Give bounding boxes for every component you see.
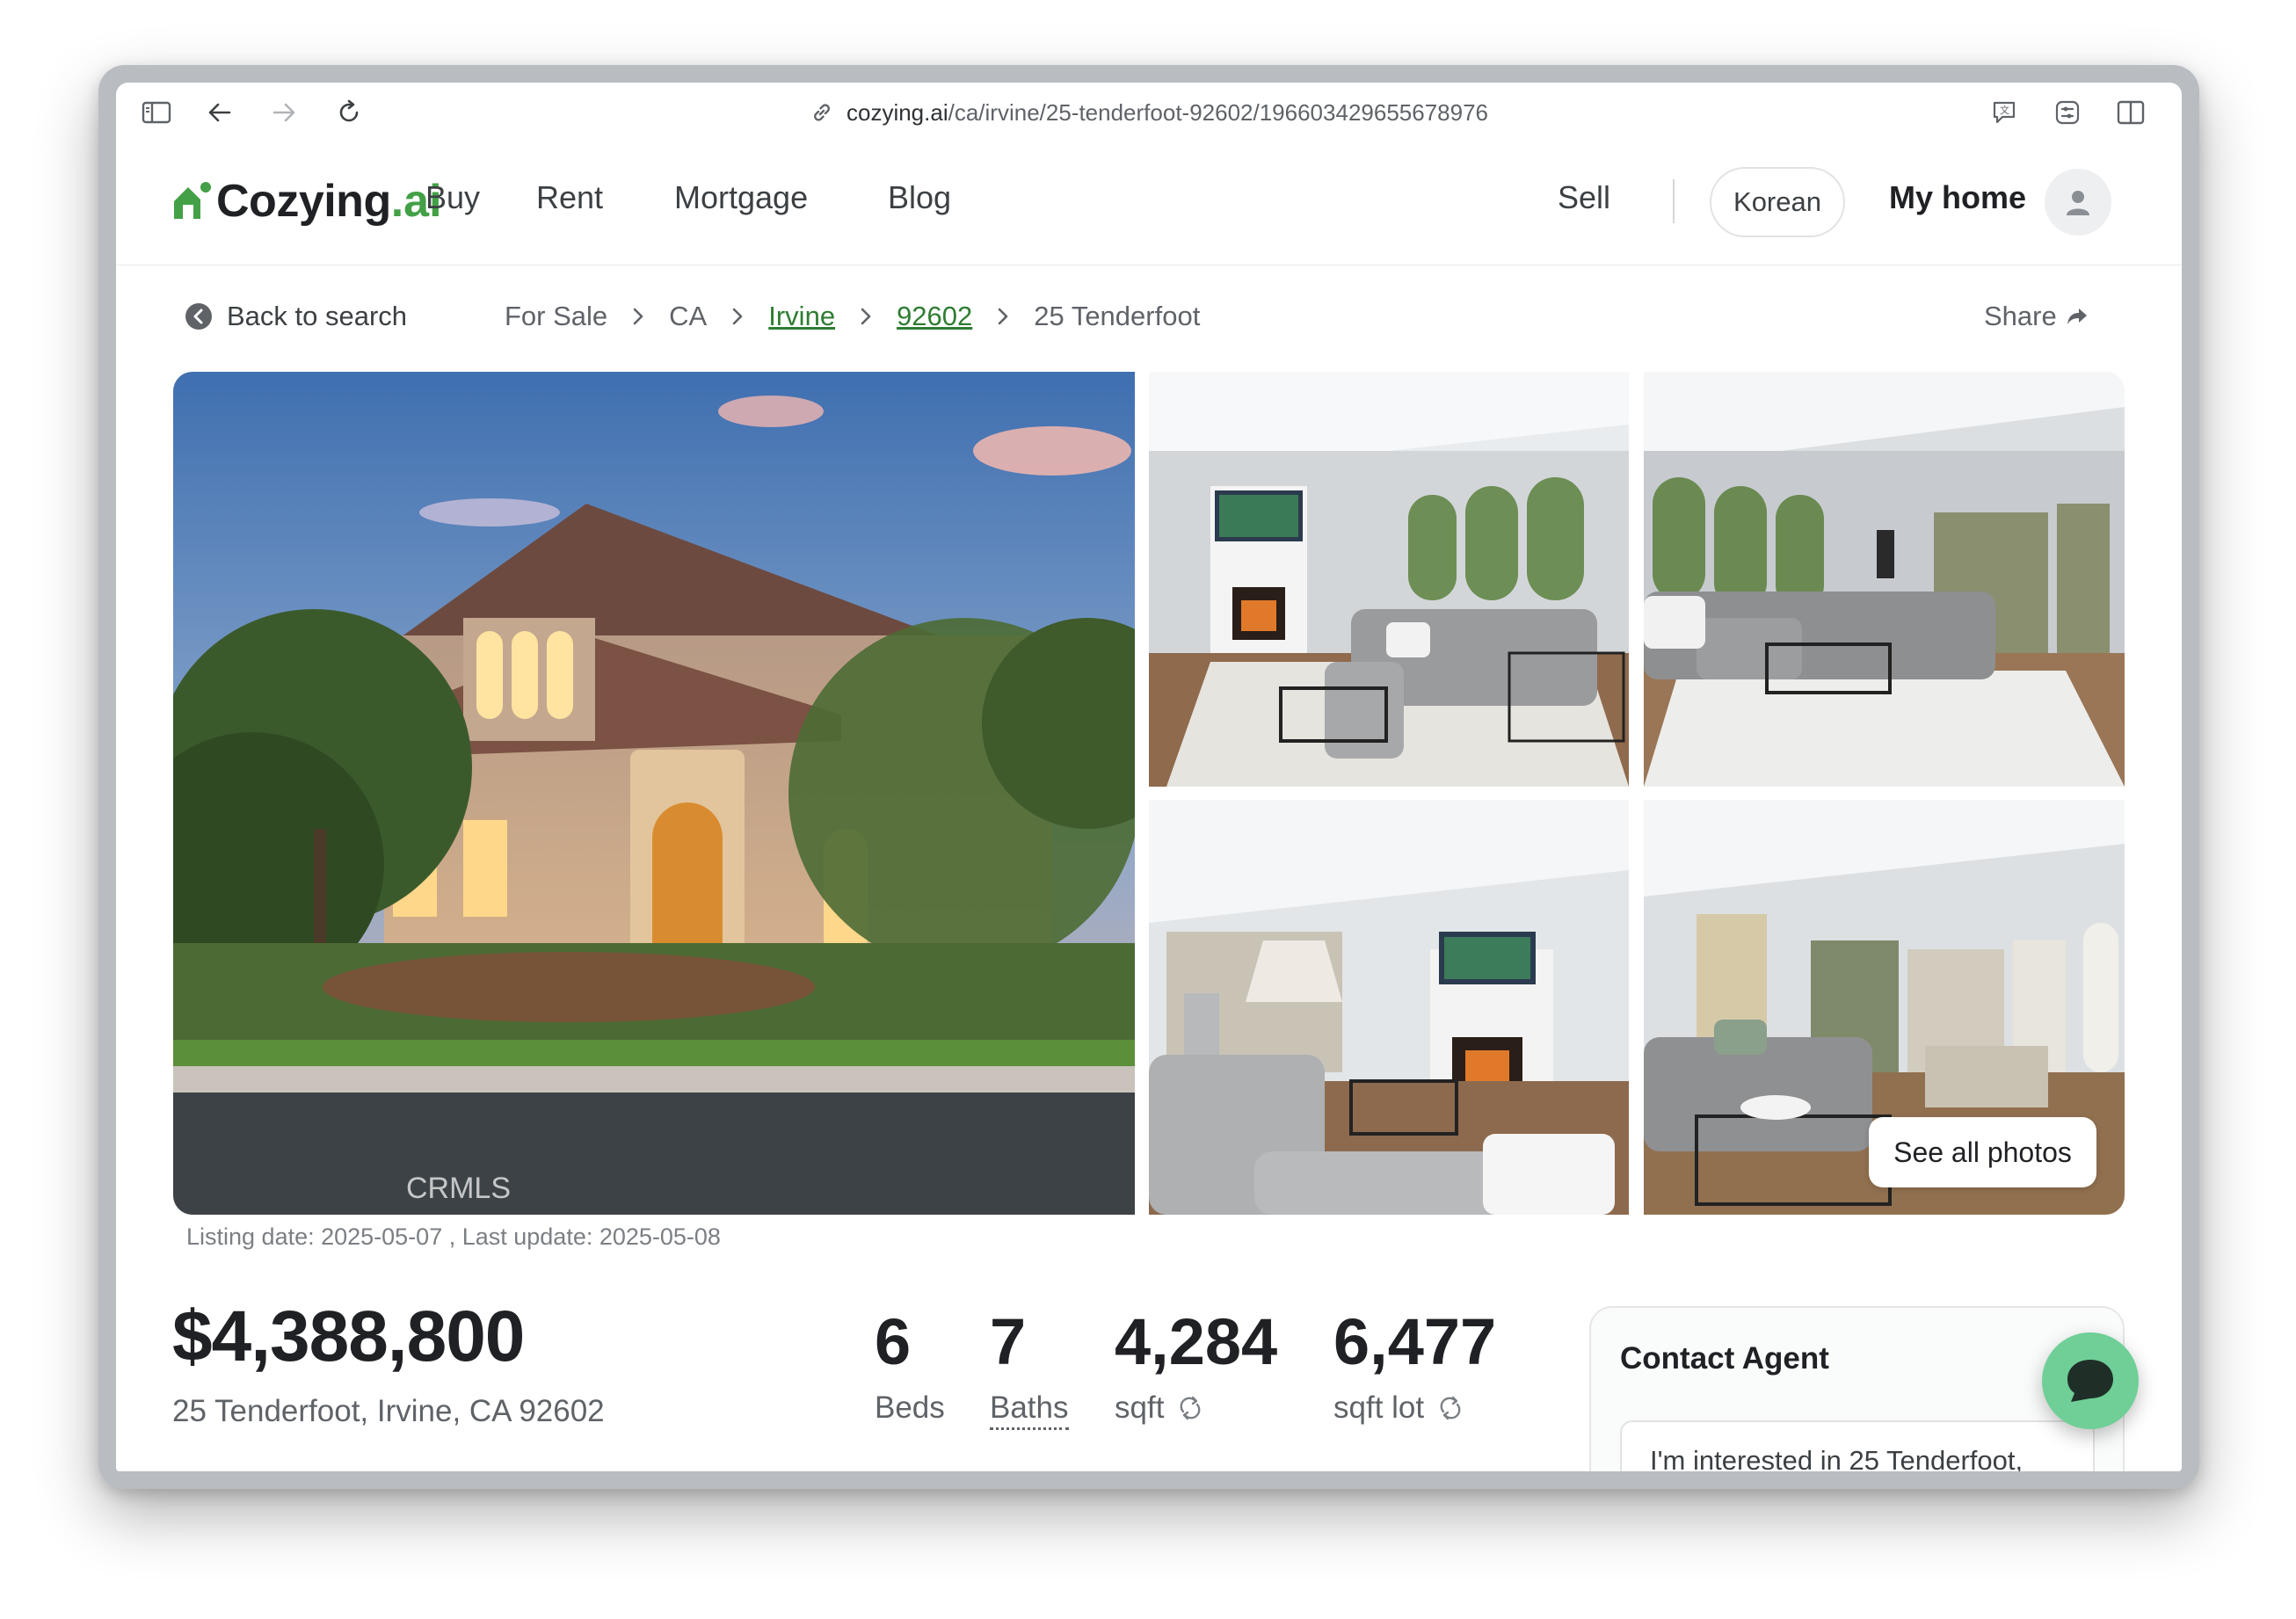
listing-address: 25 Tenderfoot, Irvine, CA 92602 bbox=[172, 1394, 605, 1428]
user-icon bbox=[2067, 191, 2089, 215]
cozying-logo[interactable]: Cozying .ai bbox=[171, 171, 442, 232]
listing-photo-4[interactable] bbox=[1149, 800, 1629, 1215]
logo-text: Cozying bbox=[216, 176, 391, 227]
nav-rent[interactable]: Rent bbox=[536, 179, 603, 216]
chevron-right-icon bbox=[731, 307, 744, 326]
translate-icon[interactable]: 文 bbox=[1988, 97, 2020, 128]
crumb-current: 25 Tenderfoot bbox=[1034, 301, 1201, 331]
nav-sell[interactable]: Sell bbox=[1558, 179, 1610, 216]
back-arrow-icon[interactable] bbox=[204, 97, 236, 128]
baths-label-text[interactable]: Baths bbox=[990, 1390, 1069, 1430]
header-divider bbox=[1673, 179, 1675, 223]
site-header: Cozying .ai Buy Rent Mortgage Blog Sell K… bbox=[116, 142, 2182, 265]
user-avatar[interactable] bbox=[2045, 169, 2111, 236]
chat-button[interactable] bbox=[2042, 1332, 2139, 1429]
main-listing-photo[interactable]: CRMLS bbox=[173, 372, 1135, 1215]
lot-label: sqft lot bbox=[1333, 1390, 1464, 1426]
listing-photo-3[interactable] bbox=[1644, 372, 2125, 787]
unit-convert-icon[interactable] bbox=[1176, 1394, 1204, 1422]
house-icon bbox=[174, 182, 211, 219]
beds-label: Beds bbox=[875, 1390, 945, 1426]
chevron-right-icon bbox=[997, 307, 1009, 326]
listing-price: $4,388,800 bbox=[172, 1296, 525, 1376]
nav-mortgage[interactable]: Mortgage bbox=[674, 179, 808, 216]
back-circle-icon bbox=[185, 302, 213, 330]
see-all-photos-button[interactable]: See all photos bbox=[1869, 1117, 2096, 1187]
reload-icon[interactable] bbox=[333, 97, 365, 128]
share-arrow-icon bbox=[2066, 306, 2089, 327]
sqft-label: sqft bbox=[1115, 1390, 1204, 1426]
chevron-right-icon bbox=[860, 307, 872, 326]
url-path: /ca/irvine/25-tenderfoot-92602/196603429… bbox=[948, 98, 1488, 126]
lot-value: 6,477 bbox=[1333, 1305, 1497, 1378]
sqft-value: 4,284 bbox=[1115, 1305, 1278, 1378]
sidebar-toggle-icon[interactable] bbox=[141, 97, 172, 128]
url-domain: cozying.ai bbox=[846, 98, 948, 126]
chat-bubble-icon bbox=[2067, 1360, 2113, 1402]
address-bar[interactable]: cozying.ai/ca/irvine/25-tenderfoot-92602… bbox=[116, 83, 2182, 142]
contact-message-input[interactable]: I'm interested in 25 Tenderfoot, bbox=[1620, 1420, 2095, 1471]
crumb-city[interactable]: Irvine bbox=[768, 301, 835, 332]
baths-label[interactable]: Baths bbox=[990, 1390, 1069, 1430]
split-view-icon[interactable] bbox=[2115, 97, 2147, 128]
my-home-link[interactable]: My home bbox=[1889, 179, 2026, 216]
crumb-zip[interactable]: 92602 bbox=[897, 301, 972, 332]
nav-buy[interactable]: Buy bbox=[425, 179, 480, 216]
lot-label-text: sqft lot bbox=[1333, 1390, 1425, 1425]
language-button[interactable]: Korean bbox=[1710, 167, 1845, 237]
link-icon bbox=[810, 100, 834, 125]
extension-icon[interactable] bbox=[2052, 97, 2083, 128]
unit-convert-icon[interactable] bbox=[1436, 1394, 1464, 1422]
listing-photo-2[interactable] bbox=[1149, 372, 1629, 787]
beds-label-text: Beds bbox=[875, 1390, 945, 1425]
breadcrumb: For Sale CA Irvine 92602 25 Tenderfoot bbox=[505, 299, 1200, 334]
baths-value: 7 bbox=[990, 1305, 1027, 1378]
contact-agent-title: Contact Agent bbox=[1620, 1341, 1829, 1376]
beds-value: 6 bbox=[875, 1305, 912, 1378]
forward-arrow-icon[interactable] bbox=[268, 97, 300, 128]
crumb-for-sale[interactable]: For Sale bbox=[505, 301, 607, 332]
chevron-right-icon bbox=[632, 307, 644, 326]
share-button[interactable]: Share bbox=[1984, 299, 2089, 334]
crumb-state[interactable]: CA bbox=[669, 301, 707, 332]
back-label: Back to search bbox=[227, 301, 408, 331]
svg-text:文: 文 bbox=[2000, 104, 2009, 116]
nav-blog[interactable]: Blog bbox=[888, 179, 951, 216]
browser-window: cozying.ai/ca/irvine/25-tenderfoot-92602… bbox=[98, 65, 2199, 1489]
back-to-search[interactable]: Back to search bbox=[185, 299, 407, 334]
listing-dates: Listing date: 2025-05-07 , Last update: … bbox=[186, 1223, 721, 1250]
watermark: CRMLS bbox=[406, 1172, 511, 1205]
share-label: Share bbox=[1984, 301, 2057, 331]
sqft-label-text: sqft bbox=[1115, 1390, 1165, 1425]
browser-viewport: cozying.ai/ca/irvine/25-tenderfoot-92602… bbox=[116, 83, 2182, 1471]
browser-toolbar: cozying.ai/ca/irvine/25-tenderfoot-92602… bbox=[116, 83, 2182, 143]
